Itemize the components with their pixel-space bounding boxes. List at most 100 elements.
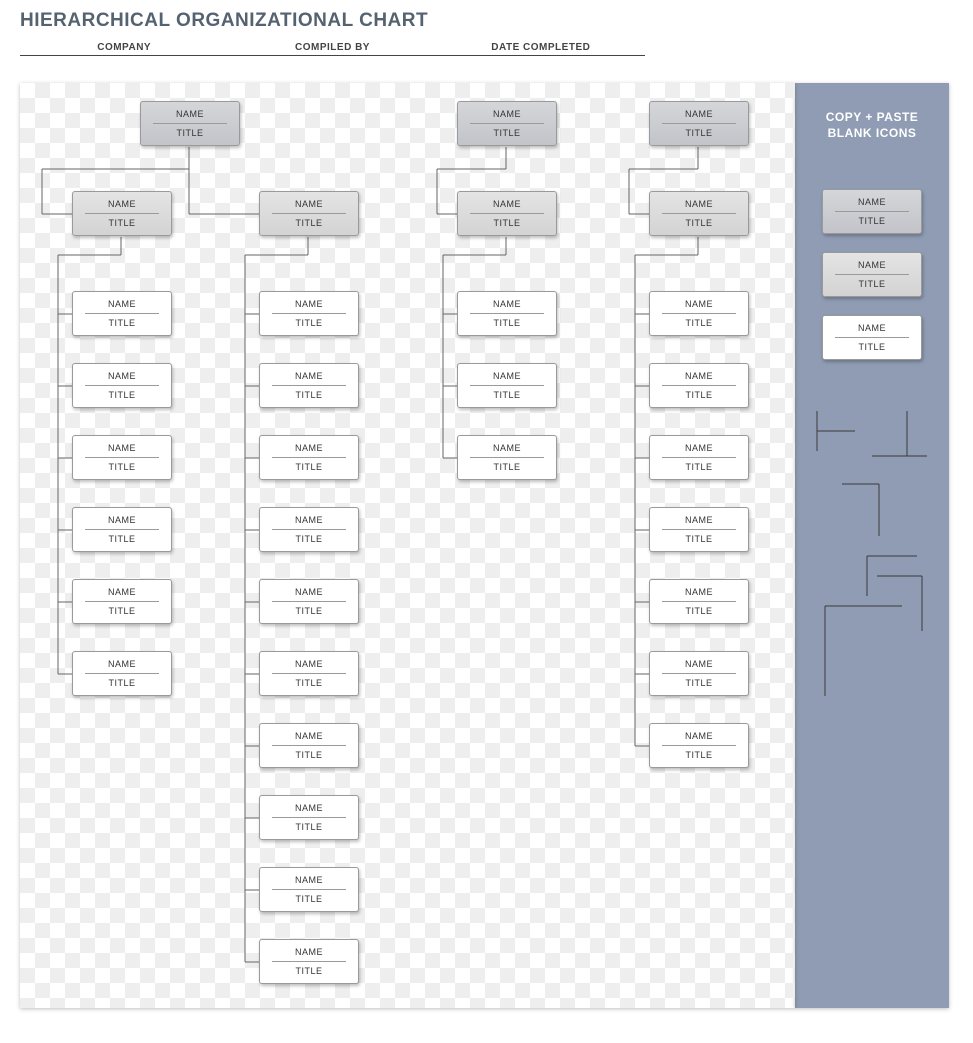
a2-leaf-7[interactable]: NAMETITLE [259,723,359,768]
node-title: TITLE [650,530,748,551]
a2-leaf-5[interactable]: NAMETITLE [259,579,359,624]
a2-leaf-2[interactable]: NAMETITLE [259,363,359,408]
node-title: TITLE [141,124,239,145]
sidebar-sample-top[interactable]: NAMETITLE [822,189,922,234]
node-title: TITLE [650,746,748,767]
node-name: NAME [650,580,748,601]
node-title: TITLE [73,674,171,695]
node-name: NAME [73,192,171,213]
node-title: TITLE [458,124,556,145]
chart-canvas[interactable]: NAMETITLENAMETITLENAMETITLENAMETITLENAME… [20,83,795,1008]
c-leaf-2[interactable]: NAMETITLE [649,363,749,408]
node-name: NAME [141,102,239,123]
a2-leaf-3[interactable]: NAMETITLE [259,435,359,480]
sidebar-sample-leaf[interactable]: NAMETITLE [822,315,922,360]
a1-leaf-5[interactable]: NAMETITLE [72,579,172,624]
node-name: NAME [458,364,556,385]
field-company[interactable]: COMPANY [20,38,228,56]
a2-leaf-6[interactable]: NAMETITLE [259,651,359,696]
node-title: TITLE [260,602,358,623]
node-title: TITLE [458,386,556,407]
a2-leaf-1[interactable]: NAMETITLE [259,291,359,336]
node-title: TITLE [73,530,171,551]
sidebar-sample-manager[interactable]: NAMETITLE [822,252,922,297]
node-name: NAME [823,190,921,211]
node-name: NAME [458,292,556,313]
node-name: NAME [458,102,556,123]
node-name: NAME [260,580,358,601]
node-name: NAME [260,508,358,529]
node-title: TITLE [823,338,921,359]
node-title: TITLE [458,458,556,479]
node-title: TITLE [73,314,171,335]
a2-leaf-4[interactable]: NAMETITLE [259,507,359,552]
node-title: TITLE [260,746,358,767]
node-title: TITLE [260,214,358,235]
c-leaf-3[interactable]: NAMETITLE [649,435,749,480]
node-title: TITLE [823,212,921,233]
node-name: NAME [650,652,748,673]
field-compiled-by[interactable]: COMPILED BY [228,38,436,56]
node-name: NAME [260,652,358,673]
node-name: NAME [650,508,748,529]
c-leaf-1[interactable]: NAMETITLE [649,291,749,336]
b-leaf-3[interactable]: NAMETITLE [457,435,557,480]
c-leaf-6[interactable]: NAMETITLE [649,651,749,696]
node-title: TITLE [73,458,171,479]
node-name: NAME [650,724,748,745]
root-b[interactable]: NAMETITLE [457,101,557,146]
node-title: TITLE [823,275,921,296]
node-name: NAME [458,436,556,457]
node-name: NAME [260,192,358,213]
root-a[interactable]: NAMETITLE [140,101,240,146]
node-name: NAME [260,868,358,889]
node-title: TITLE [260,314,358,335]
root-c[interactable]: NAMETITLE [649,101,749,146]
node-title: TITLE [260,386,358,407]
node-title: TITLE [650,674,748,695]
a1-leaf-1[interactable]: NAMETITLE [72,291,172,336]
node-name: NAME [260,940,358,961]
node-name: NAME [823,253,921,274]
a1-leaf-6[interactable]: NAMETITLE [72,651,172,696]
node-name: NAME [260,292,358,313]
manager-b[interactable]: NAMETITLE [457,191,557,236]
page-title: HIERARCHICAL ORGANIZATIONAL CHART [20,10,953,32]
a2-leaf-10[interactable]: NAMETITLE [259,939,359,984]
node-title: TITLE [260,890,358,911]
node-title: TITLE [260,674,358,695]
node-title: TITLE [650,602,748,623]
c-leaf-7[interactable]: NAMETITLE [649,723,749,768]
node-title: TITLE [650,124,748,145]
node-title: TITLE [73,386,171,407]
a2-leaf-8[interactable]: NAMETITLE [259,795,359,840]
b-leaf-1[interactable]: NAMETITLE [457,291,557,336]
b-leaf-2[interactable]: NAMETITLE [457,363,557,408]
node-title: TITLE [650,458,748,479]
c-leaf-4[interactable]: NAMETITLE [649,507,749,552]
sidebar-title: COPY + PASTE BLANK ICONS [795,83,949,147]
manager-a2[interactable]: NAMETITLE [259,191,359,236]
a2-leaf-9[interactable]: NAMETITLE [259,867,359,912]
node-name: NAME [73,580,171,601]
node-title: TITLE [458,314,556,335]
c-leaf-5[interactable]: NAMETITLE [649,579,749,624]
node-name: NAME [260,724,358,745]
field-date-completed[interactable]: DATE COMPLETED [437,38,645,56]
manager-c[interactable]: NAMETITLE [649,191,749,236]
node-title: TITLE [650,214,748,235]
node-title: TITLE [260,530,358,551]
header-fields: COMPANY COMPILED BY DATE COMPLETED [20,38,645,56]
a1-leaf-4[interactable]: NAMETITLE [72,507,172,552]
a1-leaf-3[interactable]: NAMETITLE [72,435,172,480]
manager-a1[interactable]: NAMETITLE [72,191,172,236]
a1-leaf-2[interactable]: NAMETITLE [72,363,172,408]
node-name: NAME [73,292,171,313]
node-title: TITLE [260,458,358,479]
node-name: NAME [650,364,748,385]
node-name: NAME [823,316,921,337]
sidebar-connector-samples [807,406,937,726]
node-name: NAME [260,364,358,385]
node-title: TITLE [650,314,748,335]
node-title: TITLE [260,962,358,983]
